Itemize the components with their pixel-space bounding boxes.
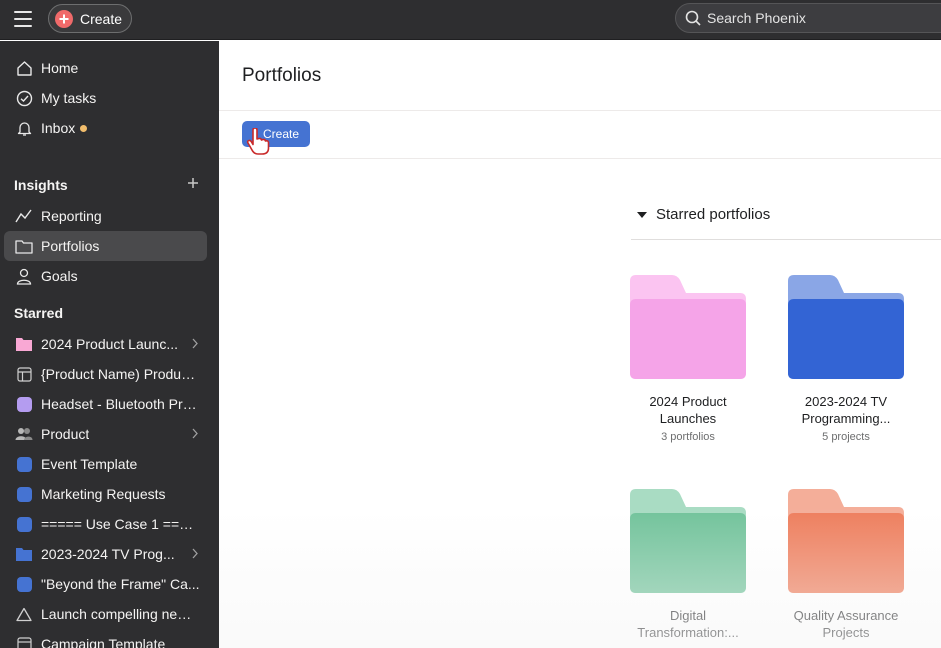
folder-icon xyxy=(15,335,33,353)
hamburger-menu-icon[interactable] xyxy=(14,11,32,27)
sidebar-item-label: Goals xyxy=(41,268,78,284)
sidebar-item-inbox[interactable]: Inbox xyxy=(4,113,207,143)
sidebar-item-label: Launch compelling new ... xyxy=(41,606,201,622)
sidebar-item-starred[interactable]: {Product Name) Product... xyxy=(4,359,207,389)
sidebar-item-goals[interactable]: Goals xyxy=(4,261,207,291)
sidebar-item-label: Inbox xyxy=(41,120,76,136)
goal-triangle-icon xyxy=(15,605,33,623)
global-create-label: Create xyxy=(80,10,123,27)
search-icon xyxy=(685,10,701,26)
chevron-right-icon[interactable] xyxy=(191,428,199,439)
project-square-icon xyxy=(15,515,33,533)
starred-portfolios-toggle[interactable]: Starred portfolios xyxy=(637,206,770,223)
folder-icon xyxy=(788,275,904,379)
sidebar-item-label: 2023-2024 TV Prog... xyxy=(41,546,175,562)
starred-heading: Starred xyxy=(14,305,64,321)
person-icon xyxy=(15,267,33,285)
line-chart-icon xyxy=(15,207,33,225)
project-square-icon xyxy=(15,575,33,593)
sidebar-item-label: ===== Use Case 1 ====... xyxy=(41,516,201,532)
folder-icon xyxy=(15,545,33,563)
search-placeholder: Search Phoenix xyxy=(707,10,806,26)
project-square-icon xyxy=(15,455,33,473)
project-square-icon xyxy=(15,485,33,503)
sidebar-item-label: Marketing Requests xyxy=(41,486,166,502)
top-bar: Create Search Phoenix xyxy=(0,0,941,40)
chevron-right-icon[interactable] xyxy=(191,338,199,349)
portfolio-name: 2023-2024 TV Programming... xyxy=(801,394,891,426)
sidebar-item-label: "Beyond the Frame" Ca... xyxy=(41,576,200,592)
sidebar-item-label: Product xyxy=(41,426,90,442)
sidebar-item-starred[interactable]: 2024 Product Launc... xyxy=(4,329,207,359)
sidebar-item-label: 2024 Product Launc... xyxy=(41,336,178,352)
portfolio-meta: 3 portfolios xyxy=(661,431,715,443)
folder-icon xyxy=(15,237,33,255)
divider xyxy=(219,110,941,111)
plus-circle-icon xyxy=(55,9,73,28)
board-icon xyxy=(15,365,33,383)
sidebar-item-label: Portfolios xyxy=(41,238,100,254)
divider xyxy=(219,158,941,159)
sidebar-item-starred[interactable]: 2023-2024 TV Prog... xyxy=(4,539,207,569)
caret-down-icon xyxy=(637,211,647,218)
portfolio-meta: 5 projects xyxy=(822,431,870,443)
check-circle-icon xyxy=(15,89,33,107)
portfolio-name: Quality Assurance Projects xyxy=(793,608,899,640)
sidebar-item-starred[interactable]: Launch compelling new ... xyxy=(4,599,207,629)
sidebar-item-starred[interactable]: Marketing Requests xyxy=(4,479,207,509)
portfolio-tile[interactable]: Digital Transformation:... xyxy=(618,489,758,645)
chevron-right-icon[interactable] xyxy=(191,548,199,559)
folder-icon xyxy=(630,275,746,379)
sidebar-item-label: Headset - Bluetooth Pro... xyxy=(41,396,201,412)
main-content: Portfolios Create Starred portfolios 202… xyxy=(219,41,941,648)
sidebar-item-starred[interactable]: ===== Use Case 1 ====... xyxy=(4,509,207,539)
sidebar-item-label: {Product Name) Product... xyxy=(41,366,201,382)
project-square-icon xyxy=(15,395,33,413)
sidebar-item-starred[interactable]: Headset - Bluetooth Pro... xyxy=(4,389,207,419)
portfolio-name: Digital Transformation:... xyxy=(637,608,739,640)
sidebar-item-my-tasks[interactable]: My tasks xyxy=(4,83,207,113)
sidebar-item-starred[interactable]: "Beyond the Frame" Ca... xyxy=(4,569,207,599)
page-title: Portfolios xyxy=(242,65,322,86)
unread-dot xyxy=(80,124,88,132)
portfolio-tile[interactable]: 2024 Product Launches 3 portfolios xyxy=(618,275,758,443)
starred-portfolios-heading: Starred portfolios xyxy=(656,206,771,223)
bell-icon xyxy=(15,119,33,137)
search-bar[interactable]: Search Phoenix xyxy=(675,3,941,33)
sidebar-item-portfolios[interactable]: Portfolios xyxy=(4,231,207,261)
home-icon xyxy=(15,59,33,77)
insights-heading: Insights xyxy=(14,177,68,193)
folder-icon xyxy=(788,489,904,593)
board-icon xyxy=(15,635,33,648)
sidebar-item-home[interactable]: Home xyxy=(4,53,207,83)
folder-icon xyxy=(630,489,746,593)
sidebar-item-label: Campaign Template xyxy=(41,636,166,648)
divider xyxy=(631,239,941,240)
portfolio-tile[interactable]: Quality Assurance Projects xyxy=(776,489,916,645)
hand-pointer-icon xyxy=(246,128,270,155)
add-insight-icon[interactable] xyxy=(187,177,199,189)
sidebar: Home My tasks Inbox Insights Reporting P… xyxy=(0,41,219,648)
sidebar-item-label: My tasks xyxy=(41,90,97,106)
sidebar-item-starred[interactable]: Event Template xyxy=(4,449,207,479)
sidebar-item-starred[interactable]: Product xyxy=(4,419,207,449)
sidebar-item-starred[interactable]: Campaign Template xyxy=(4,629,207,648)
sidebar-item-label: Reporting xyxy=(41,208,102,224)
global-create-button[interactable]: Create xyxy=(48,4,132,33)
sidebar-item-label: Event Template xyxy=(41,456,138,472)
sidebar-item-label: Home xyxy=(41,60,79,76)
sidebar-item-reporting[interactable]: Reporting xyxy=(4,201,207,231)
portfolio-name: 2024 Product Launches xyxy=(649,394,727,426)
team-icon xyxy=(15,425,33,443)
portfolio-tile[interactable]: 2023-2024 TV Programming... 5 projects xyxy=(776,275,916,443)
